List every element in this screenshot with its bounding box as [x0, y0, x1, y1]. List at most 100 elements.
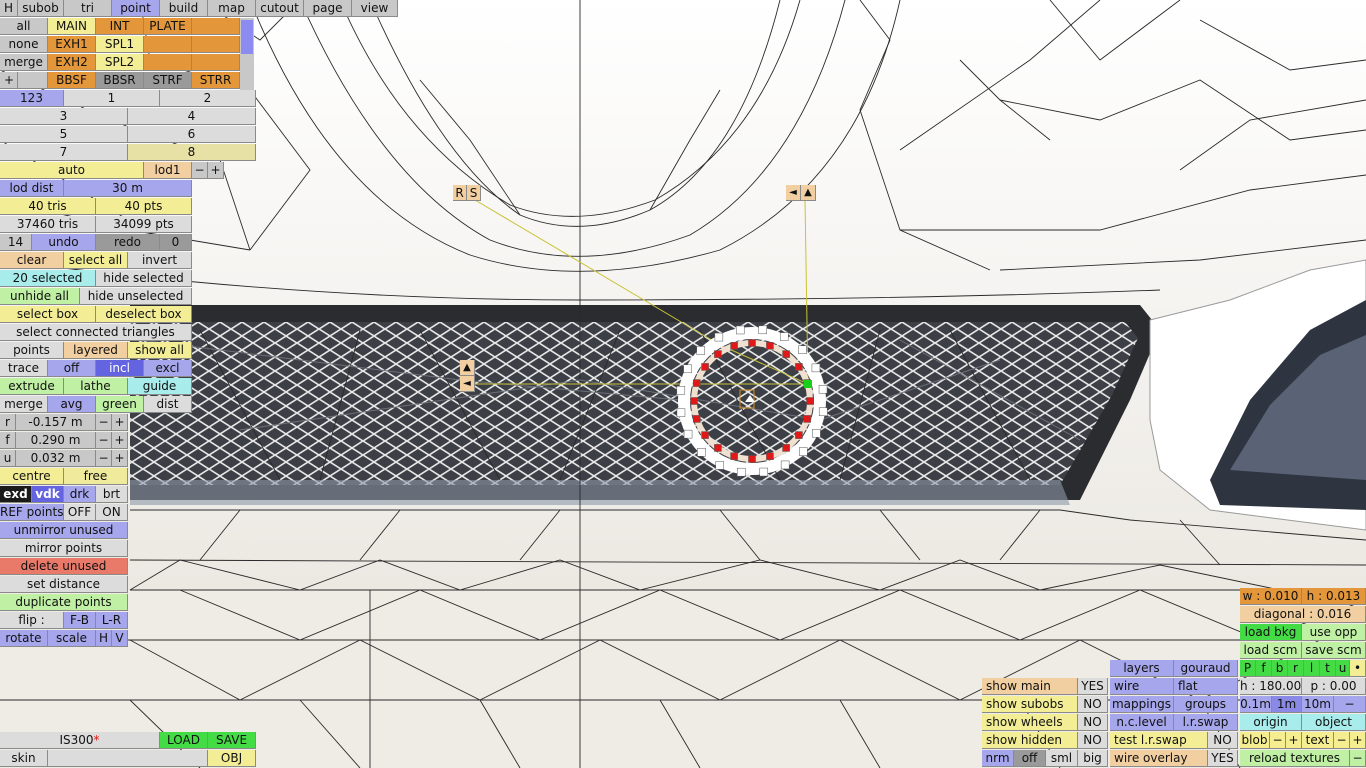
duplicate-points-button[interactable]: duplicate points	[0, 594, 128, 611]
menu-page[interactable]: page	[304, 0, 352, 17]
vertex-point[interactable]	[697, 448, 706, 457]
points-mode-button[interactable]: points	[0, 342, 64, 359]
vertex-point[interactable]	[748, 455, 756, 463]
subob-bbsf[interactable]: BBSF	[48, 72, 96, 89]
vertex-point[interactable]	[714, 332, 724, 342]
step-01m-button[interactable]: 0.1m	[1240, 696, 1272, 713]
layer-3[interactable]: 3	[0, 108, 128, 125]
text-plus-button[interactable]: +	[1350, 732, 1366, 749]
view-p-button[interactable]: P	[1240, 660, 1256, 677]
object-button[interactable]: object	[1302, 714, 1366, 731]
vertex-point[interactable]	[683, 364, 692, 374]
subob-scrollbar[interactable]	[240, 18, 254, 90]
lod1-button[interactable]: lod1	[144, 162, 192, 179]
vertex-point[interactable]	[812, 428, 821, 438]
coord-f-value[interactable]: 0.290 m	[16, 432, 96, 449]
lr-swap-button[interactable]: l.r.swap	[1174, 714, 1238, 731]
clear-selection-button[interactable]: clear	[0, 252, 64, 269]
vertex-point[interactable]	[690, 397, 698, 405]
shade-brt-button[interactable]: brt	[96, 486, 128, 503]
skin-field[interactable]	[48, 750, 208, 767]
move-left-handle-left-icon[interactable]: ◄	[460, 376, 475, 392]
active-vertex-point[interactable]	[804, 380, 812, 388]
groups-button[interactable]: groups	[1174, 696, 1238, 713]
extrude-button[interactable]: extrude	[0, 378, 64, 395]
layered-mode-button[interactable]: layered	[64, 342, 128, 359]
flat-button[interactable]: flat	[1174, 678, 1238, 695]
shade-vdk-button[interactable]: vdk	[32, 486, 64, 503]
reload-textures-button[interactable]: reload textures	[1240, 750, 1350, 767]
vertex-point[interactable]	[780, 460, 790, 470]
vertex-point[interactable]	[693, 379, 701, 387]
text-minus-button[interactable]: −	[1334, 732, 1350, 749]
subob-empty-1[interactable]	[192, 18, 240, 35]
load-scm-button[interactable]: load scm	[1240, 642, 1302, 659]
delete-unused-button[interactable]: delete unused	[0, 558, 128, 575]
coord-u-plus[interactable]: +	[112, 450, 128, 467]
vertex-point[interactable]	[715, 461, 725, 470]
subob-blank[interactable]	[18, 72, 48, 89]
test-lr-swap-toggle[interactable]: NO	[1208, 732, 1238, 749]
vertex-point[interactable]	[818, 407, 828, 417]
mirror-points-button[interactable]: mirror points	[0, 540, 128, 557]
subob-empty-5[interactable]	[192, 54, 240, 71]
nc-level-button[interactable]: n.c.level	[1110, 714, 1174, 731]
vertex-point[interactable]	[806, 397, 814, 405]
blob-button[interactable]: blob	[1240, 732, 1270, 749]
vertex-point[interactable]	[676, 408, 686, 418]
rotate-button[interactable]: rotate	[0, 630, 48, 647]
wire-overlay-toggle[interactable]: YES	[1208, 750, 1238, 767]
step-10m-button[interactable]: 10m	[1302, 696, 1334, 713]
subob-int[interactable]: INT	[96, 18, 144, 35]
layer-7[interactable]: 7	[0, 144, 128, 161]
obj-button[interactable]: OBJ	[208, 750, 256, 767]
shade-drk-button[interactable]: drk	[64, 486, 96, 503]
vertex-point[interactable]	[795, 431, 803, 439]
view-b-button[interactable]: b	[1272, 660, 1288, 677]
subob-plate[interactable]: PLATE	[144, 18, 192, 35]
wire-button[interactable]: wire	[1110, 678, 1174, 695]
layer-all-button[interactable]: 123	[0, 90, 64, 107]
subob-main[interactable]: MAIN	[48, 18, 96, 35]
vertex-point[interactable]	[782, 350, 790, 358]
save-scm-button[interactable]: save scm	[1302, 642, 1366, 659]
coord-f-minus[interactable]: −	[96, 432, 112, 449]
subob-empty-2[interactable]	[144, 36, 192, 53]
set-distance-button[interactable]: set distance	[0, 576, 128, 593]
trace-off-button[interactable]: off	[48, 360, 96, 377]
select-all-subobs-button[interactable]: all	[0, 18, 48, 35]
gouraud-button[interactable]: gouraud	[1174, 660, 1238, 677]
select-all-button[interactable]: select all	[64, 252, 128, 269]
show-all-button[interactable]: show all	[128, 342, 192, 359]
step-minus-button[interactable]: −	[1334, 696, 1366, 713]
vertex-point[interactable]	[795, 363, 803, 371]
subob-empty-3[interactable]	[192, 36, 240, 53]
size-nrm-button[interactable]: nrm	[982, 750, 1014, 767]
lathe-button[interactable]: lathe	[64, 378, 128, 395]
flip-v-button[interactable]: V	[112, 630, 128, 647]
vertex-point[interactable]	[766, 452, 774, 460]
menu-tri[interactable]: tri	[64, 0, 112, 17]
subob-exh1[interactable]: EXH1	[48, 36, 96, 53]
vertex-point[interactable]	[693, 415, 701, 423]
move-up-handle-icon[interactable]: ▲	[801, 185, 816, 201]
select-none-subobs-button[interactable]: none	[0, 36, 48, 53]
subob-spl2[interactable]: SPL2	[96, 54, 144, 71]
undo-button[interactable]: undo	[32, 234, 96, 251]
scale-button[interactable]: scale	[48, 630, 96, 647]
vertex-point[interactable]	[811, 363, 821, 373]
vertex-point[interactable]	[748, 339, 756, 347]
mappings-button[interactable]: mappings	[1110, 696, 1174, 713]
pitch-value[interactable]: p : 0.00	[1302, 678, 1366, 695]
vertex-point[interactable]	[714, 350, 722, 358]
deselect-box-button[interactable]: deselect box	[96, 306, 192, 323]
trace-excl-button[interactable]: excl	[144, 360, 192, 377]
rotate-handle[interactable]: R	[453, 185, 467, 201]
flip-fb-button[interactable]: F-B	[64, 612, 96, 629]
add-subob-button[interactable]: +	[0, 72, 18, 89]
heading-value[interactable]: h : 180.00	[1240, 678, 1302, 695]
hide-unselected-button[interactable]: hide unselected	[80, 288, 192, 305]
view-dot-button[interactable]: •	[1350, 660, 1366, 677]
invert-selection-button[interactable]: invert	[128, 252, 192, 269]
select-box-button[interactable]: select box	[0, 306, 96, 323]
